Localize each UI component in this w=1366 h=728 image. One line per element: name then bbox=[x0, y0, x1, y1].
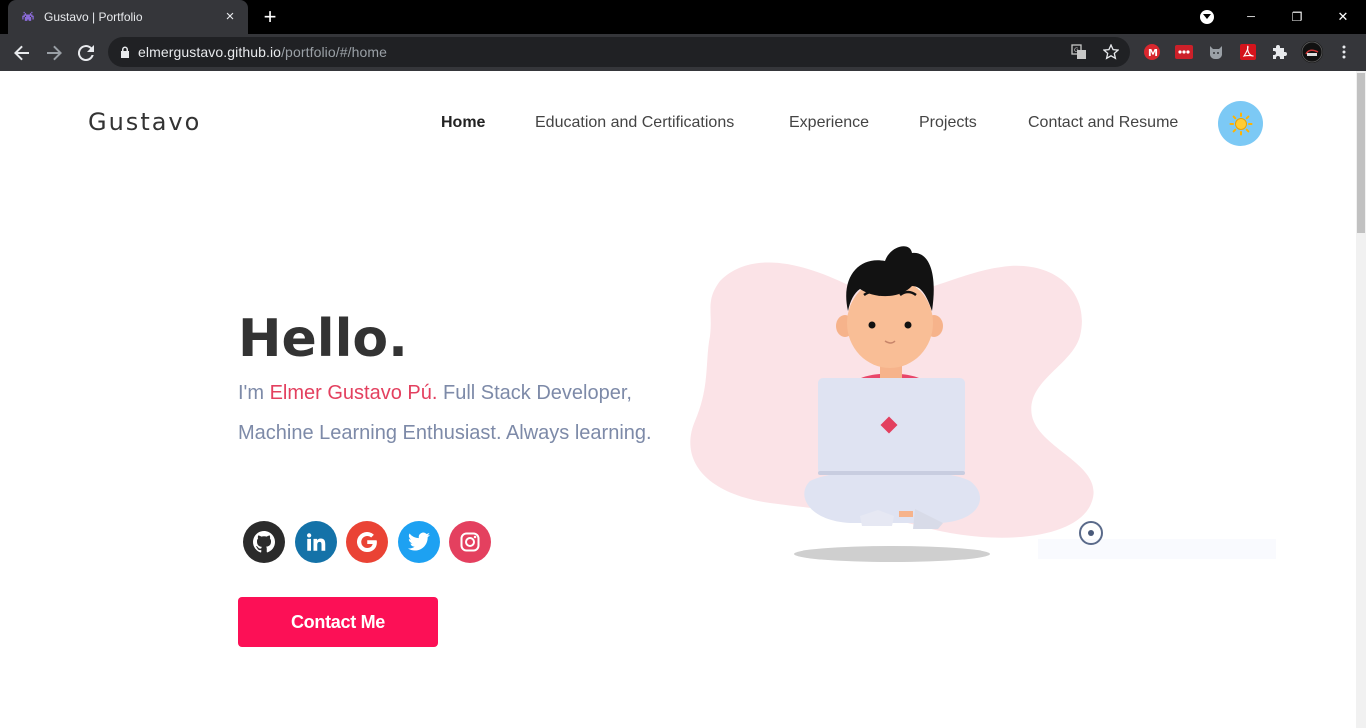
lock-icon bbox=[121, 46, 129, 58]
github-icon bbox=[253, 531, 275, 553]
menu-kebab-icon[interactable] bbox=[1335, 43, 1353, 61]
google-link[interactable] bbox=[346, 521, 388, 563]
back-button[interactable] bbox=[9, 40, 35, 66]
right-eye bbox=[904, 321, 912, 329]
nav-link-education[interactable]: Education and Certifications bbox=[535, 114, 734, 132]
page-viewport: Gustavo Home Education and Certification… bbox=[0, 71, 1356, 728]
tab-search-icon[interactable] bbox=[1200, 10, 1214, 24]
lastpass-extension-icon[interactable] bbox=[1175, 43, 1193, 61]
theme-toggle-button[interactable] bbox=[1218, 101, 1263, 146]
address-bar[interactable]: elmergustavo.github.io/portfolio/#/home … bbox=[108, 37, 1130, 67]
linkedin-icon bbox=[307, 533, 326, 551]
url-path: /portfolio/#/home bbox=[281, 44, 388, 60]
linkedin-link[interactable] bbox=[295, 521, 337, 563]
restore-icon: ❐ bbox=[1291, 10, 1303, 24]
profile-avatar[interactable] bbox=[1301, 41, 1323, 63]
url-host: elmergustavo.github.io bbox=[138, 44, 282, 60]
forward-button[interactable] bbox=[41, 40, 67, 66]
tab-close-button[interactable]: × bbox=[222, 9, 238, 25]
sun-icon bbox=[1229, 112, 1252, 135]
back-arrow-icon bbox=[14, 45, 29, 61]
close-window-button[interactable]: ✕ bbox=[1320, 0, 1366, 34]
cursor-ring-icon bbox=[1079, 521, 1103, 545]
minimize-button[interactable]: ─ bbox=[1228, 0, 1274, 34]
instagram-icon bbox=[460, 532, 480, 552]
hero-greeting: Hello. bbox=[238, 309, 408, 369]
reload-icon bbox=[78, 45, 94, 61]
contact-me-button[interactable]: Contact Me bbox=[238, 597, 438, 647]
cat-extension-icon[interactable] bbox=[1207, 43, 1225, 61]
extensions-puzzle-icon[interactable] bbox=[1271, 43, 1289, 61]
browser-tab-bar: Gustavo | Portfolio × + ─ ❐ ✕ bbox=[0, 0, 1366, 34]
page-scrollbar[interactable] bbox=[1356, 71, 1366, 728]
site-logo[interactable]: Gustavo bbox=[88, 108, 201, 136]
tab-title: Gustavo | Portfolio bbox=[44, 10, 143, 24]
intro-name: Elmer Gustavo Pú. bbox=[269, 382, 438, 404]
nav-link-home[interactable]: Home bbox=[441, 114, 485, 132]
forward-arrow-icon bbox=[47, 45, 62, 61]
legs bbox=[804, 469, 980, 523]
svg-text:M: M bbox=[1148, 48, 1158, 59]
close-icon: ✕ bbox=[1337, 9, 1349, 24]
twitter-link[interactable] bbox=[398, 521, 440, 563]
faint-overlay-widget bbox=[1038, 539, 1276, 559]
scrollbar-thumb[interactable] bbox=[1357, 73, 1365, 233]
pdf-extension-icon[interactable] bbox=[1239, 43, 1257, 61]
instagram-link[interactable] bbox=[449, 521, 491, 563]
svg-text:G: G bbox=[1074, 47, 1079, 54]
browser-tab[interactable]: Gustavo | Portfolio × bbox=[8, 0, 248, 34]
hero-intro: I'm Elmer Gustavo Pú. Full Stack Develop… bbox=[238, 373, 658, 453]
translate-icon[interactable]: G bbox=[1070, 43, 1088, 61]
invader-favicon-icon bbox=[20, 9, 36, 25]
mega-extension-icon[interactable]: M bbox=[1143, 43, 1161, 61]
nav-link-contact[interactable]: Contact and Resume bbox=[1028, 114, 1178, 132]
browser-toolbar: elmergustavo.github.io/portfolio/#/home … bbox=[0, 34, 1366, 71]
reload-button[interactable] bbox=[73, 40, 99, 66]
bookmark-star-icon[interactable] bbox=[1102, 43, 1120, 61]
new-tab-button[interactable]: + bbox=[260, 6, 280, 28]
google-icon bbox=[357, 532, 377, 552]
intro-prefix: I'm bbox=[238, 382, 270, 404]
nav-link-projects[interactable]: Projects bbox=[919, 114, 977, 132]
github-link[interactable] bbox=[243, 521, 285, 563]
laptop-base bbox=[818, 471, 965, 475]
developer-illustration bbox=[690, 246, 1094, 562]
url-text: elmergustavo.github.io/portfolio/#/home bbox=[138, 44, 387, 60]
sock bbox=[899, 511, 913, 517]
minimize-icon: ─ bbox=[1247, 11, 1255, 23]
left-eye bbox=[868, 321, 876, 329]
twitter-icon bbox=[408, 532, 430, 551]
nav-link-experience[interactable]: Experience bbox=[789, 114, 869, 132]
floor-shadow bbox=[794, 546, 990, 562]
restore-button[interactable]: ❐ bbox=[1274, 0, 1320, 34]
